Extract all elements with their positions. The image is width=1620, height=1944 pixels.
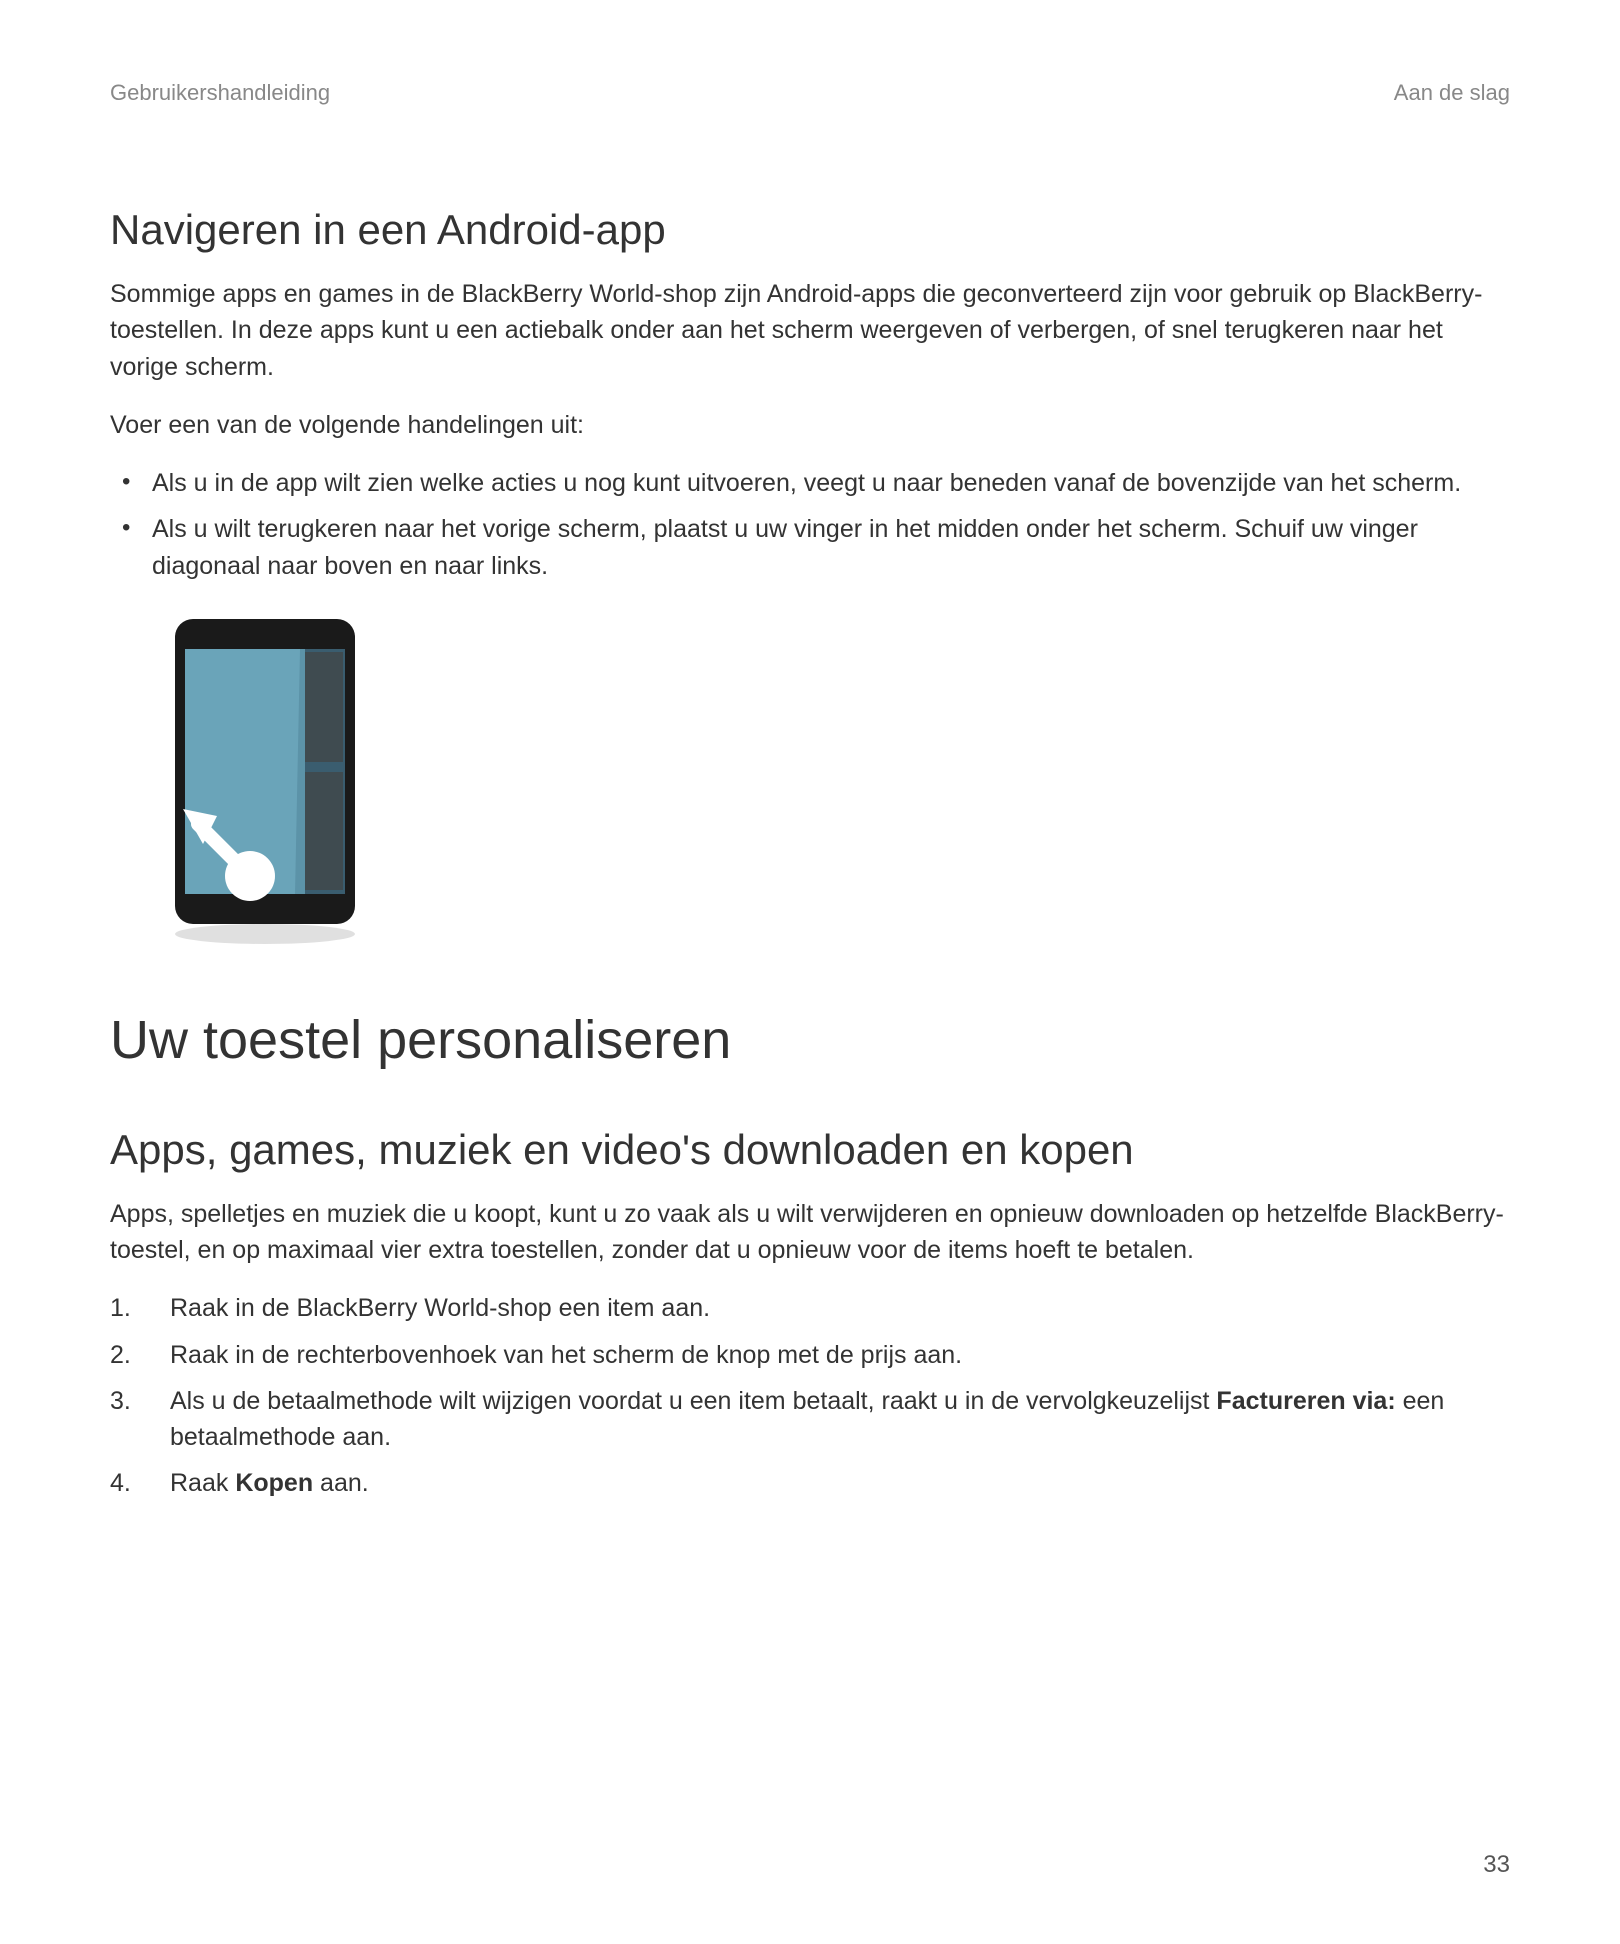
header-title-right: Aan de slag xyxy=(1394,80,1510,106)
section-heading-download: Apps, games, muziek en video's downloade… xyxy=(110,1126,1510,1174)
phone-gesture-illustration xyxy=(155,614,1510,949)
section1-bullet-list: Als u in de app wilt zien welke acties u… xyxy=(110,465,1510,584)
page-number: 33 xyxy=(1483,1851,1510,1879)
header-title-left: Gebruikershandleiding xyxy=(110,80,330,106)
page-header: Gebruikershandleiding Aan de slag xyxy=(110,80,1510,106)
step4-text-post: aan. xyxy=(313,1469,369,1497)
section-heading-navigate: Navigeren in een Android-app xyxy=(110,206,1510,254)
section3-paragraph1: Apps, spelletjes en muziek die u koopt, … xyxy=(110,1196,1510,1269)
phone-swipe-icon xyxy=(155,614,375,949)
step3-text-pre: Als u de betaalmethode wilt wijzigen voo… xyxy=(170,1387,1216,1415)
list-item: Als u wilt terugkeren naar het vorige sc… xyxy=(110,511,1510,584)
list-item: Als u de betaalmethode wilt wijzigen voo… xyxy=(110,1383,1510,1456)
step4-bold: Kopen xyxy=(235,1469,313,1497)
section1-paragraph2: Voer een van de volgende handelingen uit… xyxy=(110,407,1510,443)
step3-bold: Factureren via: xyxy=(1216,1387,1395,1415)
section3-ordered-list: Raak in de BlackBerry World-shop een ite… xyxy=(110,1290,1510,1501)
section-heading-personalize: Uw toestel personaliseren xyxy=(110,1009,1510,1071)
step4-text-pre: Raak xyxy=(170,1469,235,1497)
section1-paragraph1: Sommige apps en games in de BlackBerry W… xyxy=(110,276,1510,385)
list-item: Raak in de BlackBerry World-shop een ite… xyxy=(110,1290,1510,1326)
list-item: Raak in de rechterbovenhoek van het sche… xyxy=(110,1337,1510,1373)
list-item: Als u in de app wilt zien welke acties u… xyxy=(110,465,1510,501)
list-item: Raak Kopen aan. xyxy=(110,1465,1510,1501)
